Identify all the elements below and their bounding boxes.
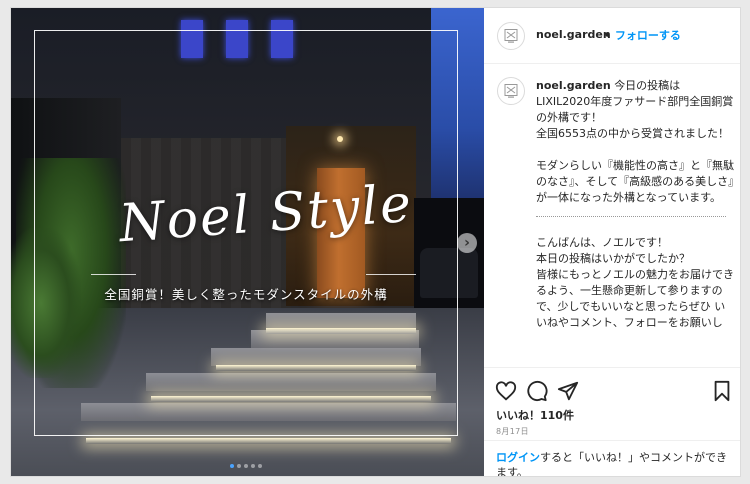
carousel-dot	[258, 464, 262, 468]
bookmark-icon[interactable]	[711, 380, 733, 402]
chevron-right-icon[interactable]: ›	[457, 233, 477, 253]
step-light	[86, 438, 451, 444]
instagram-post: Noel Style 全国銅賞！美しく整ったモダンスタイルの外構 › noel.…	[10, 7, 741, 477]
share-icon[interactable]	[557, 380, 579, 402]
post-header: noel.garden • フォローする	[484, 8, 740, 64]
caption-rule	[366, 274, 416, 275]
carousel-dot	[251, 464, 255, 468]
login-prompt: ログインすると「いいね！」やコメントができます。	[484, 440, 740, 476]
separator-dot: •	[604, 29, 612, 42]
noel-logo-icon	[504, 29, 518, 43]
follow-label: フォローする	[614, 29, 681, 42]
caption-divider	[536, 216, 726, 217]
noel-logo-icon	[504, 84, 518, 98]
follow-button[interactable]: • フォローする	[604, 27, 681, 43]
post-image[interactable]: Noel Style 全国銅賞！美しく整ったモダンスタイルの外構 ›	[11, 8, 484, 476]
carousel-dot	[244, 464, 248, 468]
caption-paragraph: モダンらしい『機能性の高さ』と『無駄のなさ』、そして『高級感のある美しさ』が一体…	[536, 159, 734, 204]
post-sidebar: noel.garden • フォローする noel.garden 今日の投稿はL…	[484, 8, 740, 476]
carousel-indicators	[230, 464, 262, 468]
caption-paragraph: こんばんは、ノエルです！ 本日の投稿はいかがでしたか？ 皆様にもっとノエルの魅力…	[536, 236, 734, 329]
caption-text: noel.garden 今日の投稿はLIXIL2020年度ファサード部門全国銅賞…	[536, 78, 734, 331]
login-link[interactable]: ログイン	[496, 451, 540, 464]
overlay-caption: 全国銅賞！美しく整ったモダンスタイルの外構	[104, 287, 388, 302]
header-username[interactable]: noel.garden	[536, 28, 611, 41]
like-count[interactable]: いいね！110件	[496, 407, 574, 423]
post-actions: いいね！110件 8月17日 ログインすると「いいね！」やコメントができます。	[484, 367, 740, 476]
avatar[interactable]	[497, 22, 525, 50]
carousel-dot	[237, 464, 241, 468]
carousel-dot	[230, 464, 234, 468]
caption-area[interactable]: noel.garden 今日の投稿はLIXIL2020年度ファサード部門全国銅賞…	[484, 64, 740, 366]
caption-username[interactable]: noel.garden	[536, 79, 611, 92]
login-text: ログインすると「いいね！」やコメントができます。	[496, 450, 728, 476]
caption-rule	[91, 274, 136, 275]
post-date[interactable]: 8月17日	[496, 426, 529, 437]
heart-icon[interactable]	[495, 380, 517, 402]
comment-icon[interactable]	[526, 380, 548, 402]
avatar[interactable]	[497, 77, 525, 105]
